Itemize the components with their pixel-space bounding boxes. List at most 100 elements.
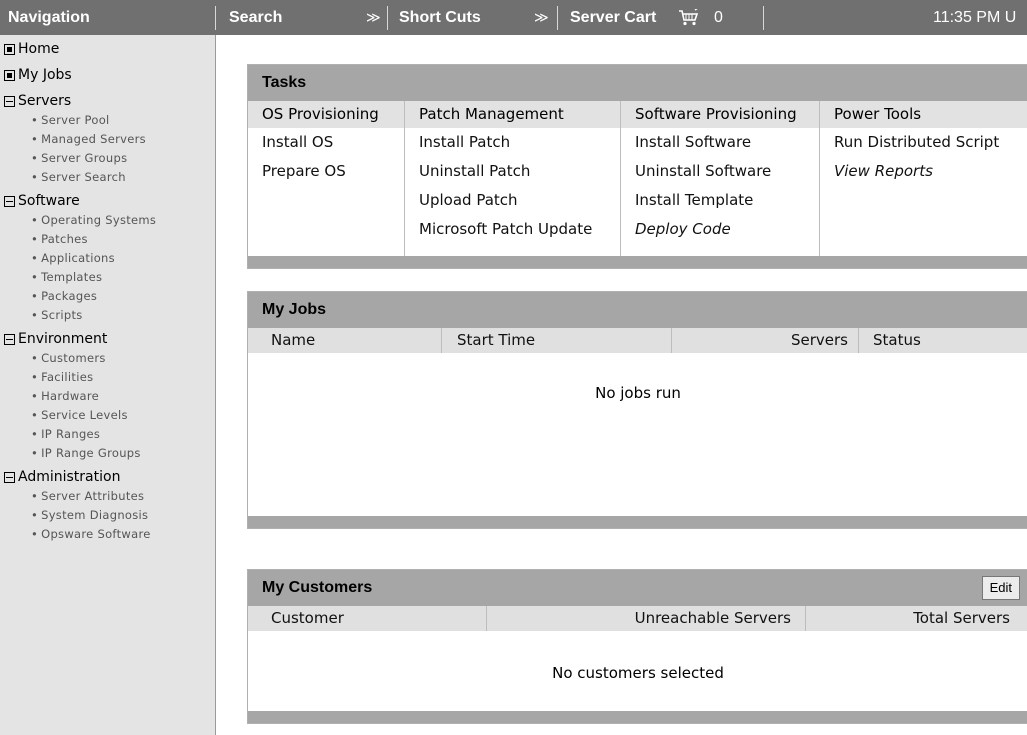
task-link[interactable]: Install Software bbox=[621, 128, 820, 157]
clock: 11:35 PM U bbox=[933, 9, 1017, 26]
task-link[interactable]: Install Patch bbox=[405, 128, 621, 157]
sidebar-item[interactable]: • Templates bbox=[0, 268, 215, 287]
sidebar-item-label[interactable]: Hardware bbox=[41, 389, 99, 403]
nav-group-header[interactable]: Software bbox=[0, 191, 215, 211]
sidebar-item[interactable]: • Service Levels bbox=[0, 406, 215, 425]
nav-group-header[interactable]: Environment bbox=[0, 329, 215, 349]
navigation-title: Navigation bbox=[8, 9, 90, 26]
shortcuts-menu[interactable]: Short Cuts bbox=[399, 0, 481, 35]
sidebar-item-label[interactable]: Templates bbox=[41, 270, 102, 284]
bullet-icon: • bbox=[31, 489, 39, 503]
nav-group-label[interactable]: Environment bbox=[18, 331, 107, 347]
task-link[interactable]: Prepare OS bbox=[248, 157, 404, 186]
sidebar-item[interactable]: • Server Attributes bbox=[0, 487, 215, 506]
sidebar-item[interactable]: • System Diagnosis bbox=[0, 506, 215, 525]
sidebar-item-label[interactable]: Server Groups bbox=[41, 151, 127, 165]
sidebar-item[interactable]: • IP Range Groups bbox=[0, 444, 215, 463]
sidebar-item[interactable]: • Server Search bbox=[0, 168, 215, 187]
nav-group-header[interactable]: Servers bbox=[0, 91, 215, 111]
task-link[interactable]: View Reports bbox=[820, 157, 1027, 186]
task-link[interactable]: Microsoft Patch Update bbox=[405, 215, 621, 244]
bullet-icon: • bbox=[31, 408, 39, 422]
task-link[interactable]: Uninstall Software bbox=[621, 157, 820, 186]
collapse-icon[interactable] bbox=[4, 95, 15, 107]
sidebar-item[interactable]: • Patches bbox=[0, 230, 215, 249]
bullet-icon: • bbox=[31, 427, 39, 441]
sidebar-item[interactable]: • Managed Servers bbox=[0, 130, 215, 149]
task-link[interactable]: Install Template bbox=[621, 186, 820, 215]
sidebar-item-label[interactable]: Applications bbox=[41, 251, 115, 265]
nav-home-label[interactable]: Home bbox=[18, 41, 59, 57]
sidebar-item-label[interactable]: IP Range Groups bbox=[41, 446, 141, 460]
search-chevron-icon[interactable]: ≫ bbox=[366, 0, 381, 35]
sidebar-item[interactable]: • Opsware Software bbox=[0, 525, 215, 544]
sidebar-item-label[interactable]: Scripts bbox=[41, 308, 82, 322]
bullet-icon: • bbox=[31, 308, 39, 322]
column-header-total-servers[interactable]: Total Servers bbox=[913, 606, 1010, 631]
panel-footer bbox=[248, 516, 1027, 528]
sidebar-item-label[interactable]: Facilities bbox=[41, 370, 93, 384]
task-column: Patch Management Install Patch Uninstall P… bbox=[404, 101, 621, 256]
sidebar-item-label[interactable]: Packages bbox=[41, 289, 97, 303]
sidebar-item[interactable]: • Server Groups bbox=[0, 149, 215, 168]
sidebar-item[interactable]: • Hardware bbox=[0, 387, 215, 406]
column-header-servers[interactable]: Servers bbox=[791, 328, 848, 353]
search-menu[interactable]: Search bbox=[229, 0, 282, 35]
nav-my-jobs[interactable]: My Jobs bbox=[0, 65, 215, 85]
sidebar-item-label[interactable]: Service Levels bbox=[41, 408, 128, 422]
sidebar-item-label[interactable]: Server Search bbox=[41, 170, 126, 184]
divider bbox=[557, 6, 558, 30]
sidebar-item[interactable]: • IP Ranges bbox=[0, 425, 215, 444]
task-link[interactable]: Uninstall Patch bbox=[405, 157, 621, 186]
task-link[interactable]: Run Distributed Script bbox=[820, 128, 1027, 157]
nav-home[interactable]: Home bbox=[0, 39, 215, 59]
nav-group-label[interactable]: Servers bbox=[18, 93, 71, 109]
sidebar-item-label[interactable]: Opsware Software bbox=[41, 527, 151, 541]
sidebar-item-label[interactable]: IP Ranges bbox=[41, 427, 100, 441]
shortcuts-chevron-icon[interactable]: ≫ bbox=[534, 0, 549, 35]
sidebar-item[interactable]: • Packages bbox=[0, 287, 215, 306]
collapse-icon[interactable] bbox=[4, 471, 15, 483]
column-header-start-time[interactable]: Start Time bbox=[457, 328, 535, 353]
divider bbox=[486, 606, 487, 631]
sidebar-item-label[interactable]: Server Attributes bbox=[41, 489, 144, 503]
nav-group-header[interactable]: Administration bbox=[0, 467, 215, 487]
bullet-icon: • bbox=[31, 113, 39, 127]
tasks-title: Tasks bbox=[248, 65, 1027, 101]
nav-group-label[interactable]: Administration bbox=[18, 469, 120, 485]
bullet-icon: • bbox=[31, 132, 39, 146]
sidebar-item[interactable]: • Scripts bbox=[0, 306, 215, 325]
task-link[interactable]: Deploy Code bbox=[621, 215, 820, 244]
column-header-unreachable-servers[interactable]: Unreachable Servers bbox=[635, 606, 791, 631]
sidebar-item-label[interactable]: Operating Systems bbox=[41, 213, 156, 227]
nav-group-label[interactable]: Software bbox=[18, 193, 80, 209]
collapse-icon[interactable] bbox=[4, 333, 15, 345]
bullet-icon: • bbox=[31, 289, 39, 303]
sidebar-item[interactable]: • Applications bbox=[0, 249, 215, 268]
collapse-icon[interactable] bbox=[4, 195, 15, 207]
navigation-sidebar: Home My Jobs Servers • Server Pool • Managed… bbox=[0, 35, 216, 735]
divider bbox=[215, 6, 216, 30]
column-header-status[interactable]: Status bbox=[873, 328, 921, 353]
nav-my-jobs-label[interactable]: My Jobs bbox=[18, 67, 72, 83]
sidebar-item[interactable]: • Customers bbox=[0, 349, 215, 368]
sidebar-item[interactable]: • Operating Systems bbox=[0, 211, 215, 230]
top-bar: Navigation Search ≫ Short Cuts ≫ Server … bbox=[0, 0, 1027, 35]
sidebar-item-label[interactable]: Customers bbox=[41, 351, 106, 365]
my-customers-header: My Customers Edit bbox=[248, 570, 1027, 606]
task-link[interactable]: Install OS bbox=[248, 128, 404, 157]
edit-button[interactable]: Edit bbox=[981, 576, 1020, 600]
sidebar-item-label[interactable]: Patches bbox=[41, 232, 88, 246]
shopping-cart-icon[interactable] bbox=[678, 9, 700, 27]
sidebar-item-label[interactable]: Managed Servers bbox=[41, 132, 146, 146]
column-header-name[interactable]: Name bbox=[271, 328, 315, 353]
nav-group: Servers • Server Pool • Managed Servers • Serv… bbox=[0, 91, 215, 191]
sidebar-item-label[interactable]: System Diagnosis bbox=[41, 508, 148, 522]
sidebar-item[interactable]: • Facilities bbox=[0, 368, 215, 387]
sidebar-item-label[interactable]: Server Pool bbox=[41, 113, 109, 127]
task-link[interactable]: Upload Patch bbox=[405, 186, 621, 215]
server-cart-link[interactable]: Server Cart bbox=[570, 0, 656, 35]
my-customers-title: My Customers bbox=[262, 579, 373, 596]
column-header-customer[interactable]: Customer bbox=[271, 606, 344, 631]
sidebar-item[interactable]: • Server Pool bbox=[0, 111, 215, 130]
